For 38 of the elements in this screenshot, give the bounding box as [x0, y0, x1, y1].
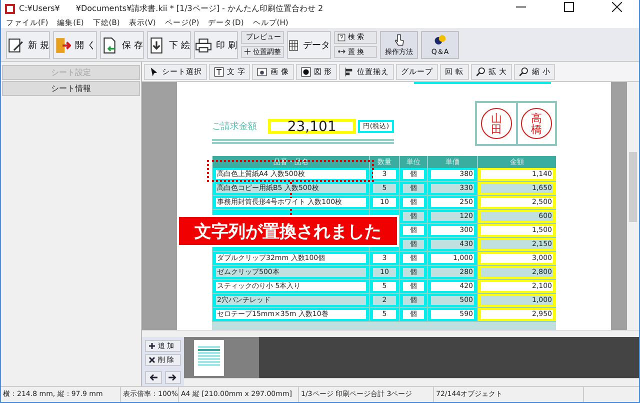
- right-arrow-icon: [168, 373, 178, 382]
- window-title: C:¥Users¥ ¥Documents¥請求書.kii * [1/3ページ] - かんたん印刷位置合わせ 2: [19, 3, 324, 14]
- text-frame-icon: [214, 67, 224, 77]
- seal-stamp: 山田: [481, 108, 512, 139]
- door-arrow-icon: [54, 36, 72, 54]
- printer-icon: [195, 36, 212, 54]
- app-icon: [5, 4, 15, 14]
- notification-banner: 文字列が置換されました: [177, 215, 399, 247]
- sidebar-button[interactable]: シート情報: [2, 81, 140, 96]
- toolbar-button[interactable]: 印 刷: [194, 31, 238, 59]
- toolbar-button[interactable]: 新 規: [6, 31, 50, 59]
- previous-button[interactable]: [145, 371, 162, 384]
- page-thumbnail[interactable]: [194, 340, 224, 376]
- toolbar-button[interactable]: 保 存: [100, 31, 144, 59]
- total-amount: 23,101: [268, 119, 356, 134]
- close-icon: [148, 356, 156, 364]
- four-arrow-icon: [244, 47, 251, 56]
- seal-stamp: 高橋: [521, 108, 552, 139]
- plus-icon: [148, 342, 156, 350]
- total-label: ご請求金額: [212, 120, 258, 133]
- magnifier-icon: [476, 67, 486, 77]
- hand-pointer-icon: [393, 34, 405, 46]
- question-box-icon: [337, 32, 346, 42]
- circle-frame-icon: [300, 67, 311, 77]
- cursor-icon: [149, 67, 159, 77]
- maximize-icon: [564, 2, 574, 12]
- magnifier-icon: [518, 67, 529, 77]
- document-arrow-icon: [101, 36, 118, 54]
- close-icon: [612, 2, 622, 12]
- toolbar-button[interactable]: 開 く: [53, 31, 97, 59]
- toolbar-button[interactable]: 下 絵: [147, 31, 191, 59]
- toolbar-button[interactable]: データ: [287, 31, 331, 59]
- align-bars-icon: [344, 67, 354, 77]
- picture-frame-icon: [257, 67, 268, 77]
- pencil-document-icon: [7, 36, 24, 54]
- left-arrow-icon: [148, 373, 158, 382]
- down-arrow-document-icon: [148, 36, 166, 54]
- next-button[interactable]: [164, 371, 181, 384]
